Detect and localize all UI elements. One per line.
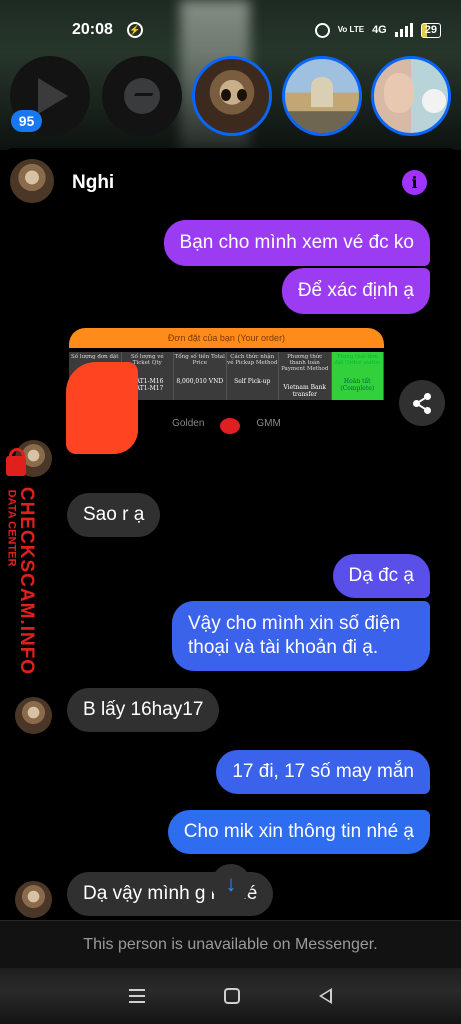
gmm-logo: GMM <box>256 418 281 429</box>
message-bubble-outgoing[interactable]: Vậy cho mình xin số điện thoại và tài kh… <box>172 601 430 671</box>
redaction-mark <box>66 362 138 454</box>
chat-head-duo[interactable] <box>371 56 451 136</box>
red-logo <box>220 418 241 434</box>
share-button[interactable] <box>399 380 445 426</box>
network-type: 4G <box>372 24 387 36</box>
menu-icon[interactable] <box>129 989 146 1003</box>
system-nav-bar <box>0 968 461 1024</box>
messenger-icon <box>124 78 160 114</box>
ticket-column-label: Trạng thái đơn đặt Order status <box>334 354 381 366</box>
chat-head-cat[interactable] <box>192 56 272 136</box>
message-line: thoại và tài khoản đi ạ. <box>188 637 379 658</box>
chat-panel: Nghi i Bạn cho mình xem vé đc ko Để xác … <box>0 148 461 920</box>
signal-icon <box>394 23 413 37</box>
alarm-icon <box>314 22 330 38</box>
contact-avatar-small[interactable] <box>15 881 52 918</box>
ticket-column: Cách thức nhận vé Pickup Method Self Pic… <box>227 352 279 400</box>
message-bubble-outgoing[interactable]: Bạn cho mình xem vé đc ko <box>163 220 430 266</box>
info-icon[interactable]: i <box>402 170 427 195</box>
chat-header: Nghi i <box>0 148 461 220</box>
ticket-column-label: Cách thức nhận vé Pickup Method <box>227 354 278 366</box>
cat-eye <box>237 89 247 101</box>
ticket-column-value: Self Pick-up <box>234 378 271 385</box>
contact-avatar-small[interactable] <box>15 697 52 734</box>
ticket-column: Tổng số tiền Total Price 8,000,010 VND <box>174 352 227 400</box>
message-bubble-incoming[interactable]: B lấy 16hay17 <box>67 688 220 732</box>
message-bubble-incoming[interactable]: Sao r ạ <box>67 493 161 537</box>
contact-name[interactable]: Nghi <box>72 172 114 194</box>
unread-count-badge: 95 <box>11 110 42 132</box>
golden-logo: Golden <box>172 418 205 429</box>
watermark-brand: CHECKSCAM.INFO <box>16 486 38 676</box>
messenger-bubble[interactable] <box>102 56 182 136</box>
battery-level: 29 <box>424 24 437 36</box>
chat-head-castle[interactable] <box>282 56 362 136</box>
status-time: 20:08 <box>72 21 113 38</box>
message-line: Vậy cho mình xin số điện <box>188 613 401 634</box>
messenger-notification-icon: ⚡ <box>126 22 143 38</box>
scroll-to-bottom-button[interactable]: ↓ <box>211 864 251 904</box>
back-icon[interactable] <box>318 988 332 1004</box>
message-bubble-outgoing[interactable]: 17 đi, 17 số may mắn <box>216 750 430 794</box>
message-bubble-outgoing[interactable]: Cho mik xin thông tin nhé ạ <box>167 810 430 854</box>
ticket-column-value: 8,000,010 VND <box>176 378 224 385</box>
status-indicators: Vo LTE 4G 29 <box>314 22 441 38</box>
lock-icon <box>6 448 26 476</box>
ticket-column-value: Hoàn tất (Complete) <box>340 378 375 392</box>
ticket-column: Phương thức thanh toán Payment Method Vi… <box>279 352 332 400</box>
play-icon <box>38 78 68 114</box>
unavailable-text: This person is unavailable on Messenger. <box>83 935 378 953</box>
ticket-column-label: Phương thức thanh toán Payment Method <box>281 354 329 372</box>
ticket-column-label: Số lượng đơn đặt <box>71 354 119 360</box>
toy-figure <box>422 89 446 113</box>
watermark: DATA CENTER CHECKSCAM.INFO <box>0 440 60 680</box>
message-bubble-outgoing[interactable]: Dạ đc ạ <box>332 554 430 598</box>
status-bar: 20:08 ⚡ Vo LTE 4G 29 <box>0 0 461 60</box>
ticket-column-value: Vietnam Bank transfer <box>283 384 327 398</box>
battery-icon: 29 <box>420 22 441 38</box>
cat-eye <box>221 89 231 101</box>
ticket-column-status: Trạng thái đơn đặt Order status Hoàn tất… <box>331 352 384 400</box>
unavailable-notice: This person is unavailable on Messenger. <box>0 920 461 968</box>
message-bubble-outgoing[interactable]: Để xác định ạ <box>281 268 430 314</box>
arrow-down-icon: ↓ <box>225 871 237 896</box>
share-icon <box>412 393 432 414</box>
castle-tower <box>311 77 333 107</box>
ticket-column-label: Tổng số tiền Total Price <box>174 354 225 366</box>
person-face <box>384 73 414 113</box>
contact-avatar[interactable] <box>10 159 54 203</box>
chat-heads-row: 95 <box>0 56 461 136</box>
ticket-header: Đơn đặt của bạn (Your order) <box>69 328 384 348</box>
volte-indicator: Vo LTE <box>337 25 365 34</box>
home-icon[interactable] <box>223 988 240 1004</box>
